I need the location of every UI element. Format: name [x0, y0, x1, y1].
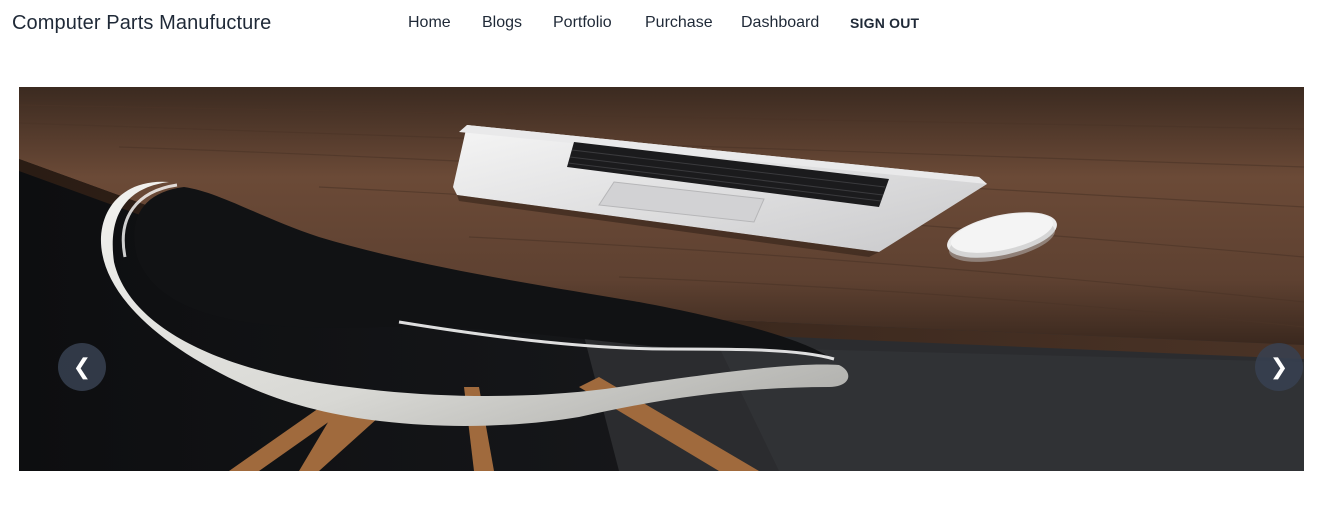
nav-link-home[interactable]: Home	[408, 14, 451, 32]
nav-link-dashboard[interactable]: Dashboard	[741, 14, 819, 32]
nav-link-purchase[interactable]: Purchase	[645, 14, 713, 32]
nav-link-portfolio[interactable]: Portfolio	[553, 14, 612, 32]
carousel-next-button[interactable]: ❯	[1255, 343, 1303, 391]
top-navbar: Computer Parts Manufucture Home Blogs Po…	[0, 0, 1319, 48]
sign-out-button[interactable]: SIGN OUT	[850, 15, 919, 31]
nav-link-blogs[interactable]: Blogs	[482, 14, 522, 32]
hero-carousel: ❮ ❯	[19, 87, 1304, 471]
brand-title[interactable]: Computer Parts Manufucture	[12, 12, 271, 35]
chevron-right-icon: ❯	[1269, 354, 1289, 380]
chevron-left-icon: ❮	[72, 354, 92, 380]
carousel-prev-button[interactable]: ❮	[58, 343, 106, 391]
slide-image	[19, 87, 1304, 471]
